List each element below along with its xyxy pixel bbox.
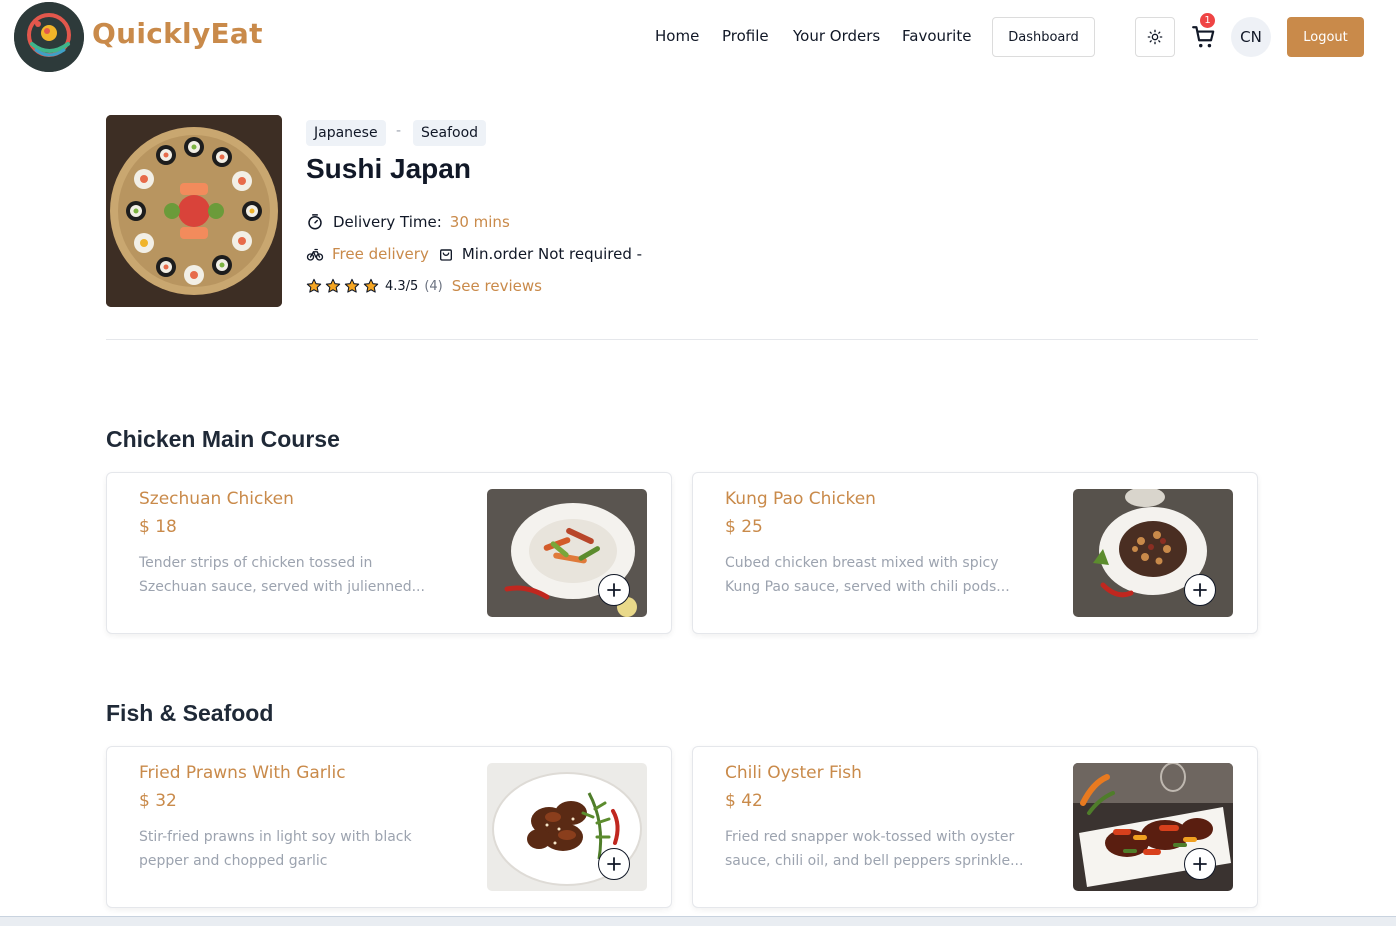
sushi-platter-image [106, 115, 282, 307]
timer-icon [308, 214, 322, 230]
rating-row: 4.3/5 (4) See reviews [306, 277, 542, 295]
description-line: Kung Pao sauce, served with chili pods..… [725, 579, 1010, 595]
plus-icon [1193, 583, 1207, 597]
rating-count: (4) [424, 278, 443, 294]
delivery-info-row: Free delivery Min.order Not required - [306, 245, 642, 263]
logo-icon [14, 2, 84, 72]
description-line: Fried red snapper wok-tossed with oyster [725, 829, 1015, 845]
delivery-time-label: Delivery Time: [333, 213, 442, 231]
plus-icon [607, 857, 621, 871]
section-divider [106, 339, 1258, 340]
nav-your-orders[interactable]: Your Orders [793, 27, 880, 45]
restaurant-image [106, 115, 282, 307]
dashboard-button[interactable]: Dashboard [992, 17, 1095, 57]
plus-icon [607, 583, 621, 597]
description-line: Tender strips of chicken tossed in [139, 555, 373, 571]
menu-item-price: $ 32 [139, 791, 177, 811]
section-title-chicken-main-course: Chicken Main Course [106, 426, 340, 452]
cart-icon [1192, 26, 1215, 48]
delivery-time-value: 30 mins [449, 213, 510, 231]
menu-item-card[interactable]: Chili Oyster Fish $ 42 Fried red snapper… [692, 746, 1258, 908]
add-to-cart-button[interactable] [1184, 574, 1216, 606]
star-icon [344, 278, 360, 293]
add-to-cart-button[interactable] [598, 574, 630, 606]
nav-home[interactable]: Home [655, 27, 699, 45]
menu-item-image [1073, 489, 1233, 617]
description-line: sauce, chili oil, and bell peppers sprin… [725, 853, 1024, 869]
see-reviews-link[interactable]: See reviews [452, 277, 542, 295]
rating-stars [306, 278, 379, 294]
description-line: pepper and chopped garlic [139, 853, 328, 869]
plus-icon [1193, 857, 1207, 871]
menu-item-image [1073, 763, 1233, 891]
top-nav-bar: QuicklyEat Home Profile Your Orders Favo… [0, 0, 1396, 74]
shopping-bag-icon [439, 249, 452, 261]
nav-profile[interactable]: Profile [722, 27, 769, 45]
bicycle-icon [306, 248, 324, 261]
logout-button[interactable]: Logout [1287, 17, 1364, 57]
user-avatar[interactable]: CN [1231, 17, 1271, 57]
tag-separator: - [396, 123, 402, 139]
menu-item-image [487, 763, 647, 891]
menu-item-name: Chili Oyster Fish [725, 763, 862, 783]
horizontal-scrollbar[interactable] [0, 916, 1396, 926]
menu-item-name: Kung Pao Chicken [725, 489, 876, 509]
star-icon [363, 278, 379, 293]
cuisine-tag-seafood[interactable]: Seafood [413, 120, 487, 146]
description-line: Szechuan sauce, served with julienned... [139, 579, 425, 595]
cuisine-tag-japanese[interactable]: Japanese [306, 120, 386, 146]
free-delivery-label: Free delivery [332, 245, 429, 263]
delivery-time-row: Delivery Time: 30 mins [306, 213, 510, 231]
add-to-cart-button[interactable] [1184, 848, 1216, 880]
add-to-cart-button[interactable] [598, 848, 630, 880]
star-icon [306, 278, 322, 293]
menu-item-name: Szechuan Chicken [139, 489, 294, 509]
menu-item-card[interactable]: Kung Pao Chicken $ 25 Cubed chicken brea… [692, 472, 1258, 634]
theme-toggle-button[interactable] [1135, 17, 1175, 57]
menu-item-name: Fried Prawns With Garlic [139, 763, 346, 783]
star-icon [325, 278, 341, 293]
description-line: Cubed chicken breast mixed with spicy [725, 555, 999, 571]
menu-item-description: Cubed chicken breast mixed with spicy Ku… [725, 551, 1025, 599]
restaurant-name: Sushi Japan [306, 153, 471, 184]
nav-favourite[interactable]: Favourite [902, 27, 971, 45]
menu-item-price: $ 25 [725, 517, 763, 537]
brand-logo[interactable] [14, 2, 84, 72]
menu-item-price: $ 42 [725, 791, 763, 811]
brand-name[interactable]: QuicklyEat [92, 17, 263, 50]
menu-item-description: Fried red snapper wok-tossed with oyster… [725, 825, 1025, 873]
rating-score: 4.3/5 [385, 278, 419, 294]
menu-item-description: Stir-fried prawns in light soy with blac… [139, 825, 439, 873]
min-order-label: Min.order Not required - [461, 245, 643, 263]
menu-item-description: Tender strips of chicken tossed in Szech… [139, 551, 439, 599]
menu-item-price: $ 18 [139, 517, 177, 537]
description-line: Stir-fried prawns in light soy with blac… [139, 829, 412, 845]
cart-count-badge: 1 [1200, 13, 1215, 28]
section-title-fish-seafood: Fish & Seafood [106, 700, 274, 726]
menu-item-card[interactable]: Szechuan Chicken $ 18 Tender strips of c… [106, 472, 672, 634]
menu-item-image [487, 489, 647, 617]
sun-icon [1147, 29, 1163, 45]
menu-item-card[interactable]: Fried Prawns With Garlic $ 32 Stir-fried… [106, 746, 672, 908]
